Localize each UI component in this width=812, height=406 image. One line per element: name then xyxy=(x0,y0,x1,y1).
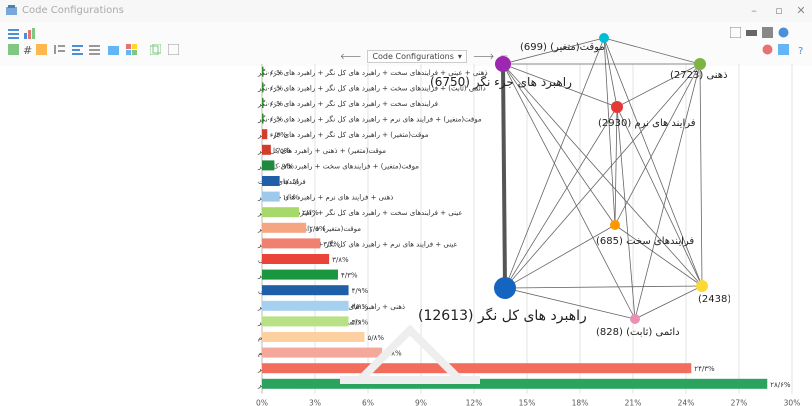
network-node-label: فرایندهای سخت (685) xyxy=(596,236,694,247)
network-node-mental[interactable] xyxy=(694,58,706,70)
watermark xyxy=(340,324,480,384)
value-label: ٠/۵% xyxy=(274,147,291,155)
help-icon[interactable]: ? xyxy=(796,44,807,55)
align-icon[interactable] xyxy=(72,44,83,55)
network-edge xyxy=(634,285,703,320)
network-node-objective[interactable] xyxy=(696,280,708,292)
close-button[interactable]: ✕ xyxy=(792,3,810,19)
bar[interactable] xyxy=(262,238,321,249)
list-icon[interactable] xyxy=(8,28,19,39)
value-label: ٠/٠% xyxy=(267,116,284,124)
x-tick-label: 12% xyxy=(466,399,483,406)
network-node-holistic[interactable] xyxy=(494,277,516,299)
network-edge xyxy=(614,224,703,287)
bar[interactable] xyxy=(262,144,271,155)
value-label: ١/٠% xyxy=(283,178,300,186)
print-icon[interactable] xyxy=(746,27,757,38)
bar[interactable] xyxy=(262,66,264,77)
bar[interactable] xyxy=(262,176,280,186)
chart-icon[interactable] xyxy=(24,28,35,39)
value-label: ٣/٨% xyxy=(332,256,349,264)
value-label: ٠/٧% xyxy=(277,162,294,170)
network-node-label: عینی (2438) xyxy=(698,294,730,305)
bar[interactable] xyxy=(262,191,280,202)
network-node-label: راهبرد های جزء نگر (6750) xyxy=(430,75,572,90)
network-node-soft[interactable] xyxy=(611,101,623,113)
bar[interactable] xyxy=(262,285,349,296)
x-tick-label: 24% xyxy=(678,399,695,406)
x-tick-label: 6% xyxy=(362,399,374,406)
network-node-label: موقت(متغیر) (699) xyxy=(520,42,605,53)
value-label: ۴/٣% xyxy=(341,272,358,280)
bar[interactable] xyxy=(262,254,330,264)
network-diagram: موقت(متغیر) (699) ذهنی (2723) راهبرد های ج… xyxy=(418,33,730,338)
title-bar: Code Configurations – ▫ ✕ xyxy=(0,0,812,22)
network-edge xyxy=(634,63,701,320)
bar[interactable] xyxy=(262,222,307,233)
filter-icon[interactable] xyxy=(168,44,179,55)
x-tick-label: 30% xyxy=(784,399,800,406)
value-label: ٣/٣% xyxy=(323,240,340,248)
bar[interactable] xyxy=(262,269,338,280)
network-edge xyxy=(699,63,703,287)
value-label: ٢۴/٣% xyxy=(694,365,715,373)
value-label: ٢/۵% xyxy=(309,225,326,233)
hash-icon[interactable]: # xyxy=(22,44,33,55)
value-label: ٢٨/۶% xyxy=(770,381,791,389)
x-tick-label: 27% xyxy=(731,399,748,406)
bar[interactable] xyxy=(262,113,264,124)
x-tick-label: 15% xyxy=(519,399,536,406)
network-node-label: فرایند های نرم (2930) xyxy=(598,118,696,129)
legend-icon[interactable] xyxy=(762,44,773,55)
network-edge xyxy=(614,63,701,226)
network-edge xyxy=(504,63,701,289)
network-edge xyxy=(504,285,703,289)
bar[interactable] xyxy=(262,82,264,93)
app-icon xyxy=(6,5,17,15)
app-window: { "window": { "title": "Code Configurati… xyxy=(0,0,812,406)
export-icon[interactable] xyxy=(730,27,741,38)
network-edge xyxy=(504,106,618,289)
network-node-label: ذهنی (2723) xyxy=(670,70,728,81)
grid-icon[interactable] xyxy=(8,44,19,55)
network-edge xyxy=(603,37,701,65)
network-node-hard[interactable] xyxy=(610,220,620,230)
table-icon[interactable] xyxy=(36,44,47,55)
palette-icon[interactable] xyxy=(126,44,137,55)
bar[interactable] xyxy=(262,160,275,171)
svg-text:#: # xyxy=(23,44,32,55)
network-node-perm[interactable] xyxy=(630,314,640,324)
network-edge xyxy=(504,224,616,289)
settings-icon[interactable] xyxy=(778,27,789,38)
network-node-detail[interactable] xyxy=(495,56,511,72)
save-icon[interactable] xyxy=(762,27,773,38)
value-label: ٠/٠% xyxy=(267,84,284,92)
chart-bar-icon[interactable] xyxy=(108,44,119,55)
indent-icon[interactable] xyxy=(54,44,65,55)
network-edge xyxy=(502,63,703,287)
value-label: ۴/٩% xyxy=(352,287,369,295)
x-tick-label: 21% xyxy=(625,399,642,406)
x-tick-label: 9% xyxy=(415,399,427,406)
sort-icon[interactable] xyxy=(89,44,100,55)
value-label: ٢/١% xyxy=(302,209,319,217)
value-label: ٠/٠% xyxy=(267,100,284,108)
minimize-button[interactable]: – xyxy=(745,3,763,19)
network-edge xyxy=(501,63,507,289)
svg-text:?: ? xyxy=(798,46,803,55)
copy-icon[interactable] xyxy=(150,44,161,55)
maximize-button[interactable]: ▫ xyxy=(770,3,788,19)
layout-icon[interactable] xyxy=(778,44,789,55)
value-label: ١/٠% xyxy=(283,194,300,202)
bar[interactable] xyxy=(262,98,264,108)
bar[interactable] xyxy=(262,207,300,218)
network-node-label: دائمی (ثابت) (828) xyxy=(596,327,680,338)
x-tick-label: 0% xyxy=(256,399,268,406)
x-tick-label: 18% xyxy=(572,399,589,406)
window-title: Code Configurations xyxy=(22,5,124,16)
bar[interactable] xyxy=(262,129,268,140)
x-tick-label: 3% xyxy=(309,399,321,406)
value-label: ٠/٠% xyxy=(267,69,284,77)
value-label: ٠/٣% xyxy=(270,131,287,139)
